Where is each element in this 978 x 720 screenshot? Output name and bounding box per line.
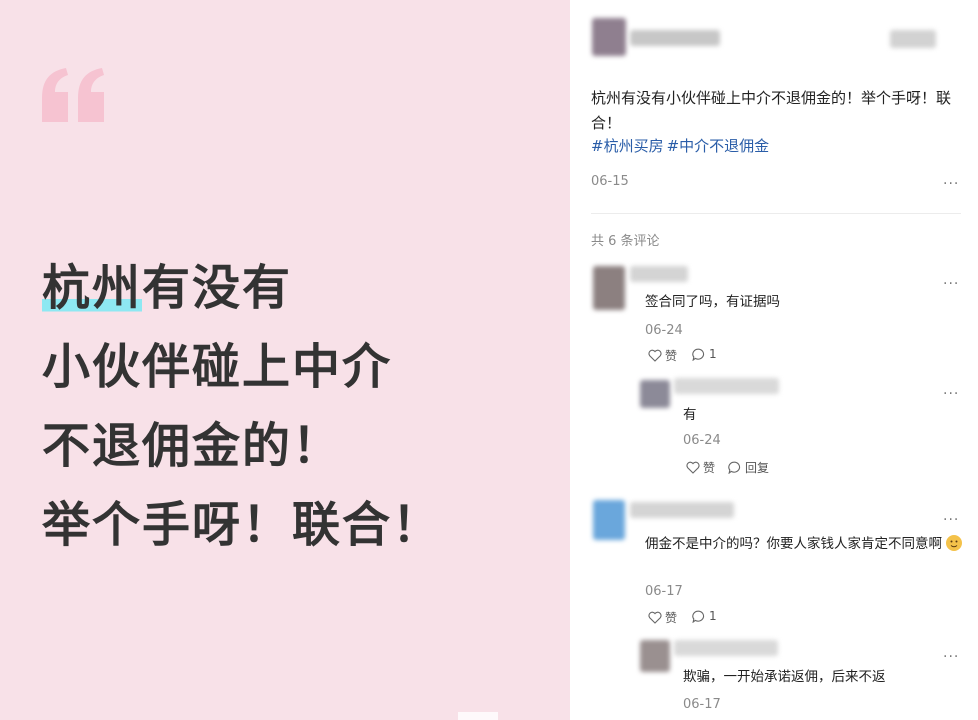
reply-button[interactable]: 1 bbox=[692, 609, 717, 623]
comment-count: 共 6 条评论 bbox=[591, 234, 660, 249]
comment-text: 欺骗，一开始承诺返佣，后来不返 bbox=[683, 669, 886, 685]
reply-count: 1 bbox=[709, 609, 717, 623]
quote-line-1-rest: 有没有 bbox=[142, 260, 293, 316]
like-button[interactable]: 赞 bbox=[686, 459, 715, 476]
like-label: 赞 bbox=[665, 349, 678, 363]
comment-text: 签合同了吗，有证据吗 bbox=[645, 294, 780, 310]
like-button[interactable]: 赞 bbox=[648, 347, 677, 364]
hashtag-link[interactable]: #中介不退佣金 bbox=[667, 137, 770, 155]
follow-button[interactable] bbox=[890, 30, 936, 48]
avatar[interactable] bbox=[593, 266, 625, 310]
post-hashtags: #杭州买房 #中介不退佣金 bbox=[591, 135, 772, 156]
hashtag-link[interactable]: #杭州买房 bbox=[591, 137, 664, 155]
quote-line-1: 杭州有没有 bbox=[42, 252, 442, 331]
quote-text: 杭州有没有 小伙伴碰上中介 不退佣金的！ 举个手呀！联合！ bbox=[42, 252, 442, 568]
post-panel: 杭州有没有小伙伴碰上中介不退佣金的！举个手呀！联合！ #杭州买房 #中介不退佣金 … bbox=[570, 0, 978, 720]
author-avatar[interactable] bbox=[592, 18, 626, 56]
like-label: 赞 bbox=[665, 611, 678, 625]
quote-line-3: 不退佣金的！ bbox=[42, 418, 343, 474]
post-date: 06-15 bbox=[591, 174, 629, 189]
emoji-icon bbox=[946, 535, 963, 551]
comment-icon bbox=[692, 348, 705, 361]
author-name bbox=[630, 30, 720, 46]
avatar[interactable] bbox=[640, 380, 670, 408]
quote-mark-icon bbox=[42, 68, 104, 122]
commenter-name bbox=[630, 266, 688, 282]
comment-text-content: 佣金不是中介的吗？你要人家钱人家肯定不同意啊 bbox=[645, 536, 942, 552]
heart-icon bbox=[648, 349, 662, 362]
comment-date: 06-17 bbox=[645, 584, 683, 599]
more-icon[interactable]: ··· bbox=[943, 387, 959, 401]
comment-icon bbox=[692, 610, 705, 623]
like-button[interactable]: 赞 bbox=[648, 609, 677, 626]
more-icon[interactable]: ··· bbox=[943, 177, 959, 191]
quote-line-4: 举个手呀！联合！ bbox=[42, 497, 443, 553]
reply-button[interactable]: 回复 bbox=[728, 459, 769, 476]
more-icon[interactable]: ··· bbox=[943, 277, 959, 291]
more-icon[interactable]: ··· bbox=[943, 513, 959, 527]
comment-icon bbox=[728, 461, 741, 474]
commenter-name bbox=[674, 640, 778, 656]
commenter-name bbox=[630, 502, 734, 518]
reply-button[interactable]: 1 bbox=[692, 347, 717, 361]
avatar[interactable] bbox=[593, 500, 625, 540]
comment-text: 佣金不是中介的吗？你要人家钱人家肯定不同意啊 bbox=[645, 533, 965, 555]
reply-label: 回复 bbox=[745, 461, 770, 475]
quote-line-2: 小伙伴碰上中介 bbox=[42, 339, 393, 395]
quote-highlight: 杭州 bbox=[42, 260, 143, 316]
comment-date: 06-24 bbox=[645, 323, 683, 338]
comment-date: 06-24 bbox=[683, 433, 721, 448]
divider bbox=[591, 213, 961, 214]
like-label: 赞 bbox=[703, 461, 716, 475]
blurred-strip bbox=[458, 712, 498, 720]
reply-count: 1 bbox=[709, 347, 717, 361]
quote-card: 杭州有没有 小伙伴碰上中介 不退佣金的！ 举个手呀！联合！ bbox=[0, 0, 570, 720]
comment-date: 06-17 bbox=[683, 697, 721, 712]
heart-icon bbox=[648, 611, 662, 624]
more-icon[interactable]: ··· bbox=[943, 650, 959, 664]
commenter-name bbox=[674, 378, 779, 394]
post-text: 杭州有没有小伙伴碰上中介不退佣金的！举个手呀！联合！ bbox=[591, 89, 952, 132]
heart-icon bbox=[686, 461, 700, 474]
comment-text: 有 bbox=[683, 407, 697, 423]
avatar[interactable] bbox=[640, 640, 670, 672]
